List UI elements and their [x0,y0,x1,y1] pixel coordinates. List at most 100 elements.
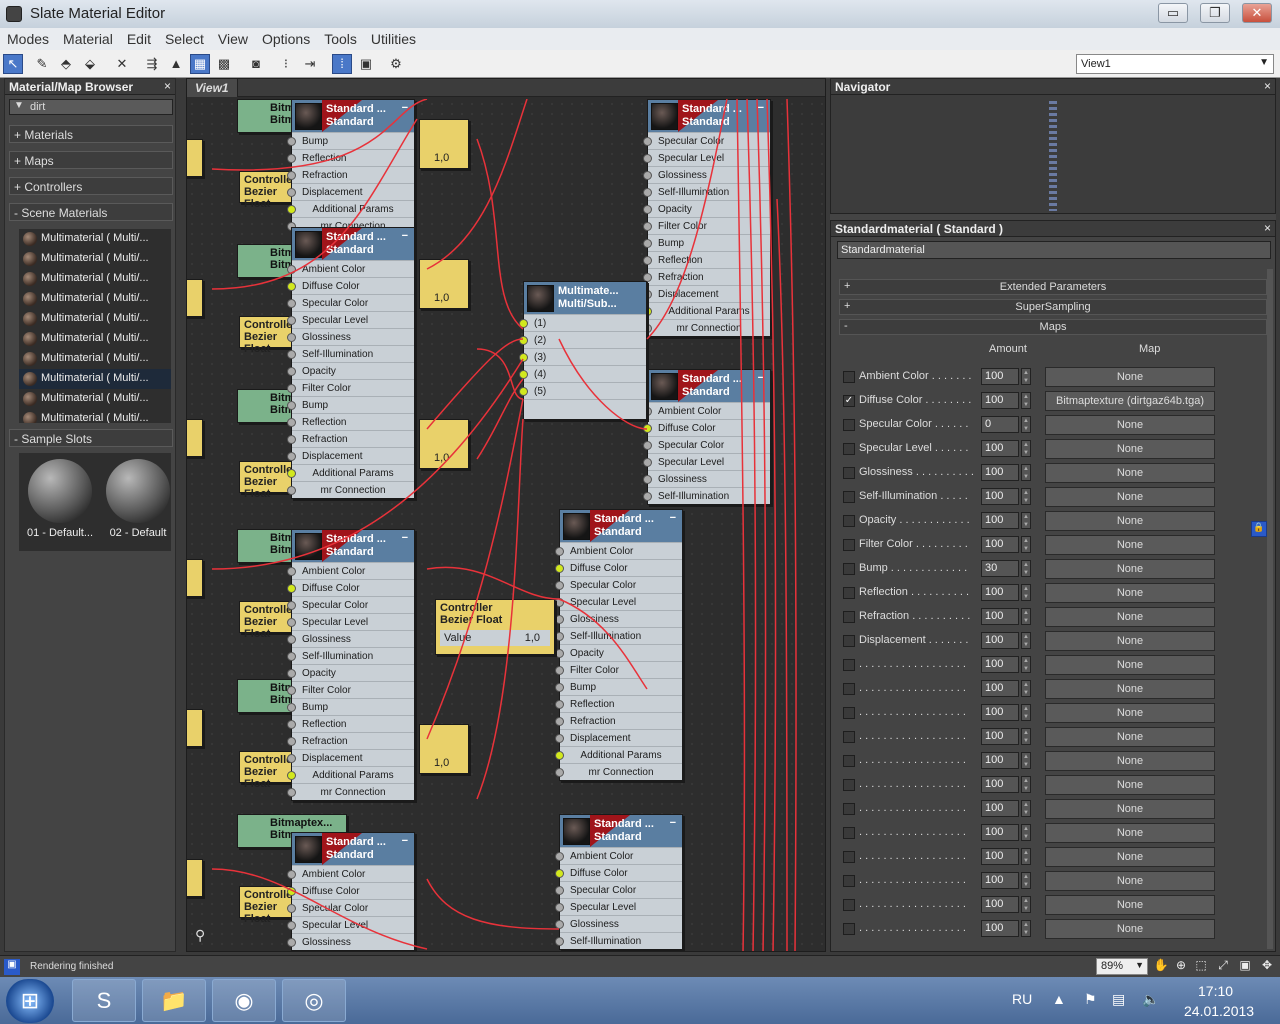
amount-spinner[interactable]: ▲ ▼ [1021,392,1031,409]
menu-utilities[interactable]: Utilities [364,28,423,47]
map-enable-checkbox[interactable] [843,899,855,911]
list-item[interactable]: Multimaterial ( Multi/... [19,349,171,369]
navigator-close-icon[interactable]: × [1264,79,1271,93]
map-enable-checkbox[interactable] [843,827,855,839]
map-slot-button[interactable]: None [1045,775,1215,795]
parameter-editor-close-icon[interactable]: × [1264,221,1271,235]
sample-slot[interactable]: 01 - Default... [23,457,97,543]
search-options-icon[interactable]: ▼ [14,100,24,111]
map-amount-input[interactable]: 100 [981,776,1019,793]
select-tool-icon[interactable]: ↖ [3,54,23,74]
map-amount-input[interactable]: 100 [981,608,1019,625]
language-indicator[interactable]: RU [1012,991,1032,1007]
list-item[interactable]: Multimaterial ( Multi/... [19,309,171,329]
map-enable-checkbox[interactable] [843,731,855,743]
map-amount-input[interactable]: 0 [981,416,1019,433]
zoom-icon[interactable]: ⊕ [1172,958,1190,975]
map-amount-input[interactable]: 100 [981,440,1019,457]
explorer-icon[interactable]: 📁 [142,979,206,1022]
menu-options[interactable]: Options [255,28,317,47]
amount-spinner[interactable]: ▲ ▼ [1021,368,1031,385]
map-amount-input[interactable]: 100 [981,896,1019,913]
rollout-scene-materials[interactable]: - Scene Materials [9,203,173,221]
map-enable-checkbox[interactable] [843,659,855,671]
close-button[interactable]: ✕ [1242,3,1272,23]
amount-spinner[interactable]: ▲ ▼ [1021,896,1031,913]
view-dropdown[interactable]: View1 ▼ [1076,54,1274,74]
map-slot-button[interactable]: Bitmaptexture (dirtgaz64b.tga) [1045,391,1215,411]
clock-date[interactable]: 24.01.2013 [1184,1003,1254,1019]
map-enable-checkbox[interactable] [843,611,855,623]
zoom-field[interactable]: 89% ▼ [1096,958,1148,975]
map-enable-checkbox[interactable] [843,467,855,479]
map-enable-checkbox[interactable] [843,779,855,791]
amount-spinner[interactable]: ▲ ▼ [1021,800,1031,817]
map-enable-checkbox[interactable] [843,563,855,575]
map-slot-button[interactable]: None [1045,919,1215,939]
map-amount-input[interactable]: 100 [981,752,1019,769]
map-slot-button[interactable]: None [1045,367,1215,387]
amount-spinner[interactable]: ▲ ▼ [1021,536,1031,553]
map-amount-input[interactable]: 100 [981,824,1019,841]
tab-view1[interactable]: View1 [187,79,238,97]
rollout-sample-slots[interactable]: - Sample Slots [9,429,173,447]
amount-spinner[interactable]: ▲ ▼ [1021,848,1031,865]
map-slot-button[interactable]: None [1045,511,1215,531]
map-slot-button[interactable]: None [1045,703,1215,723]
map-amount-input[interactable]: 100 [981,656,1019,673]
map-slot-button[interactable]: None [1045,631,1215,651]
amount-spinner[interactable]: ▲ ▼ [1021,416,1031,433]
amount-spinner[interactable]: ▲ ▼ [1021,776,1031,793]
menu-select[interactable]: Select [158,28,211,47]
select-by-material-icon[interactable]: ⚙ [386,54,406,74]
amount-spinner[interactable]: ▲ ▼ [1021,704,1031,721]
pan-to-selected-icon[interactable]: ✥ [1258,958,1276,975]
amount-spinner[interactable]: ▲ ▼ [1021,824,1031,841]
map-amount-input[interactable]: 100 [981,800,1019,817]
volume-icon[interactable]: 🔈 [1142,991,1159,1008]
map-slot-button[interactable]: None [1045,439,1215,459]
map-amount-input[interactable]: 100 [981,464,1019,481]
rollout-extended-parameters[interactable]: + Extended Parameters [839,279,1267,295]
map-amount-input[interactable]: 100 [981,632,1019,649]
rollout-maps[interactable]: - Maps [839,319,1267,335]
map-enable-checkbox[interactable] [843,539,855,551]
amount-spinner[interactable]: ▲ ▼ [1021,464,1031,481]
delete-icon[interactable]: ✕ [112,54,132,74]
browser-close-icon[interactable]: × [164,79,171,93]
amount-spinner[interactable]: ▲ ▼ [1021,680,1031,697]
minimize-button[interactable]: ▭ [1158,3,1188,23]
map-slot-button[interactable]: None [1045,463,1215,483]
map-enable-checkbox[interactable] [843,875,855,887]
zoom-selected-icon[interactable]: ▣ [1236,958,1254,975]
clock-time[interactable]: 17:10 [1198,983,1233,999]
map-slot-button[interactable]: None [1045,871,1215,891]
pan-hand-icon[interactable]: ✋ [1152,958,1170,975]
map-enable-checkbox[interactable] [843,803,855,815]
browser-search-input[interactable]: ▼ dirt [9,99,173,115]
map-amount-input[interactable]: 100 [981,368,1019,385]
maximize-button[interactable]: ❐ [1200,3,1230,23]
amount-spinner[interactable]: ▲ ▼ [1021,608,1031,625]
list-item[interactable]: Multimaterial ( Multi/... [19,389,171,409]
list-item[interactable]: Multimaterial ( Multi/... [19,229,171,249]
map-enable-checkbox[interactable] [843,923,855,935]
start-button[interactable]: ⊞ [6,979,54,1023]
map-enable-checkbox[interactable] [843,683,855,695]
amount-spinner[interactable]: ▲ ▼ [1021,584,1031,601]
amount-spinner[interactable]: ▲ ▼ [1021,872,1031,889]
layout-children-icon[interactable]: ⇥ [300,54,320,74]
map-slot-button[interactable]: None [1045,751,1215,771]
map-slot-button[interactable]: None [1045,607,1215,627]
menu-tools[interactable]: Tools [317,28,364,47]
map-enable-checkbox[interactable] [843,515,855,527]
amount-spinner[interactable]: ▲ ▼ [1021,632,1031,649]
map-slot-button[interactable]: None [1045,679,1215,699]
material-browser-toggle-icon[interactable]: ⁞ [332,54,352,74]
list-item[interactable]: Multimaterial ( Multi/... [19,409,171,423]
assign-material-icon[interactable]: ⬙ [80,54,100,74]
amount-spinner[interactable]: ▲ ▼ [1021,560,1031,577]
amount-spinner[interactable]: ▲ ▼ [1021,440,1031,457]
map-amount-input[interactable]: 100 [981,872,1019,889]
show-background-icon[interactable]: ▩ [214,54,234,74]
